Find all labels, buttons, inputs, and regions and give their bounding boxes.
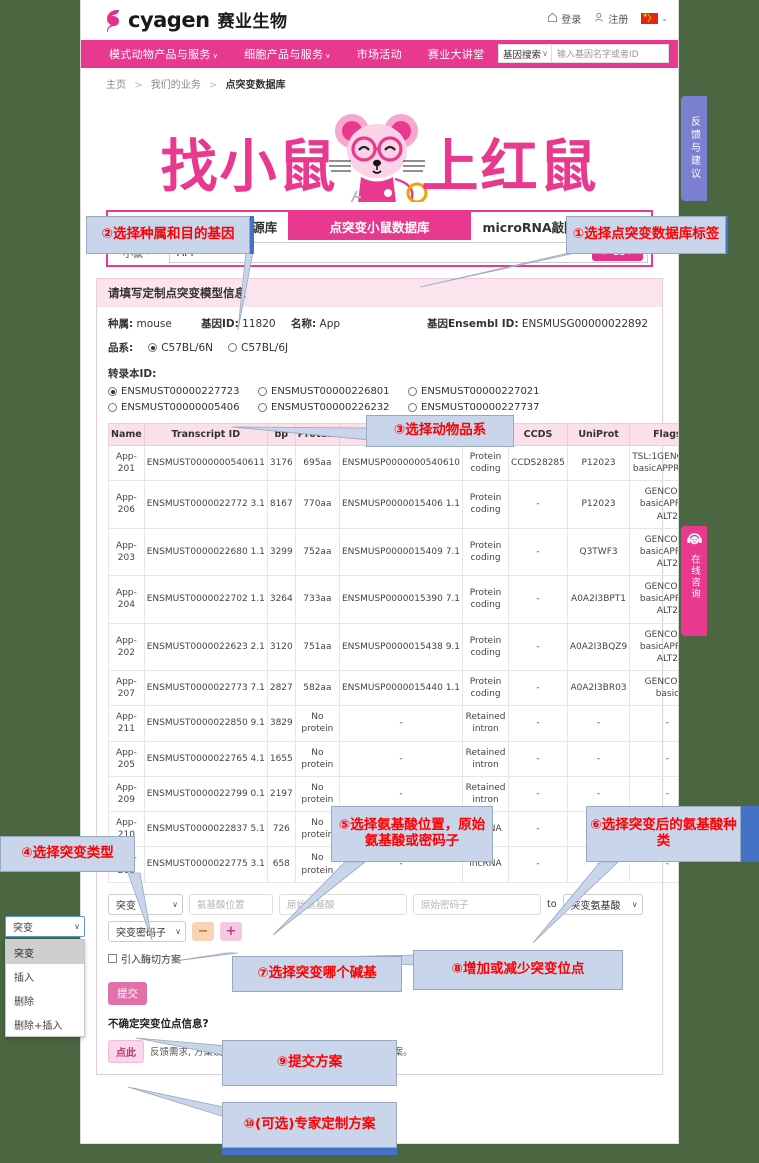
- dropdown-option-insertion[interactable]: 插入: [6, 964, 84, 988]
- annotation-1-text: ①选择点突变数据库标签: [572, 226, 720, 243]
- annotation-10-text: ⑩(可选)专家定制方案: [243, 1116, 376, 1133]
- annotation-9-text: ⑨提交方案: [276, 1054, 343, 1071]
- annotation-1: ①选择点突变数据库标签: [566, 216, 726, 254]
- annotation-7: ⑦选择突变哪个碱基: [232, 956, 402, 992]
- dropdown-option-delete-insert[interactable]: 删除+插入: [6, 1012, 84, 1036]
- annotation-10: ⑩(可选)专家定制方案: [222, 1102, 397, 1148]
- dropdown-option-mutation[interactable]: 突变: [6, 940, 84, 964]
- mutation-type-dropdown-list: 突变 插入 删除 删除+插入: [5, 939, 85, 1037]
- annotation-2-text: ②选择种属和目的基因: [101, 226, 235, 243]
- dropdown-option-deletion[interactable]: 删除: [6, 988, 84, 1012]
- annotation-6-text: ⑥选择突变后的氨基酸种类: [590, 817, 737, 849]
- annotation-4-text: ④选择突变类型: [21, 845, 114, 862]
- annotation-3: ③选择动物品系: [366, 415, 514, 447]
- dropdown-option-label-1: 插入: [14, 972, 34, 984]
- annotation-5-text: ⑤选择氨基酸位置，原始氨基酸或密码子: [338, 817, 486, 849]
- dropdown-option-label-2: 删除: [14, 996, 34, 1008]
- annotation-8: ⑧增加或减少突变位点: [413, 950, 623, 990]
- mutation-type-dropdown-closed[interactable]: 突变 ∨: [5, 916, 85, 937]
- annotation-8-text: ⑧增加或减少突变位点: [451, 961, 585, 978]
- annotation-7-text: ⑦选择突变哪个碱基: [257, 965, 377, 982]
- annotation-4: ④选择突变类型: [0, 836, 135, 872]
- annotation-2: ②选择种属和目的基因: [86, 216, 250, 254]
- annotation-3-text: ③选择动物品系: [393, 422, 487, 439]
- dropdown-option-label-0: 突变: [14, 948, 34, 960]
- dropdown-option-label-3: 删除+插入: [14, 1020, 63, 1032]
- annotation-6: ⑥选择突变后的氨基酸种类: [586, 806, 741, 862]
- chevron-down-icon: ∨: [74, 922, 80, 931]
- annotation-5: ⑤选择氨基酸位置，原始氨基酸或密码子: [331, 806, 493, 862]
- annotation-9: ⑨提交方案: [222, 1040, 397, 1086]
- dropdown-selected-value: 突变: [13, 923, 33, 934]
